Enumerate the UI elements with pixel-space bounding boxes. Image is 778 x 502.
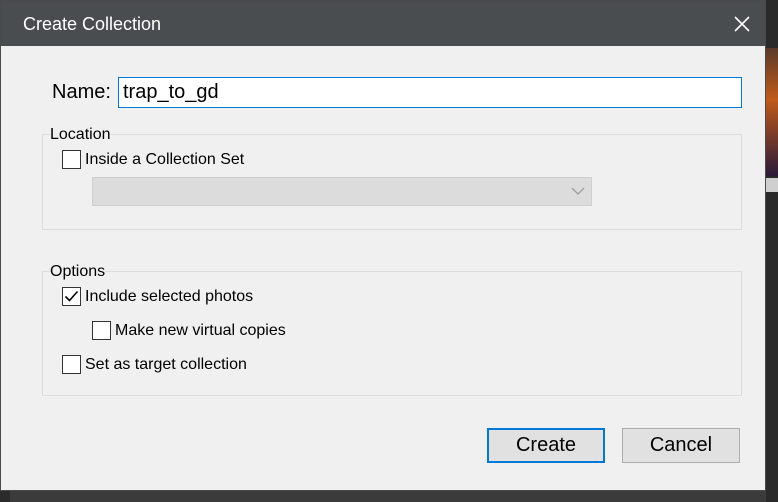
- create-collection-dialog: Create Collection Name: Location Inside …: [0, 0, 766, 491]
- background-thumbnail: [766, 48, 778, 176]
- name-input[interactable]: [118, 77, 742, 108]
- set-as-target-label: Set as target collection: [85, 355, 247, 373]
- make-virtual-copies-label: Make new virtual copies: [115, 321, 286, 339]
- close-button[interactable]: [719, 1, 765, 46]
- background-thumbnail: [766, 178, 778, 192]
- dialog-title: Create Collection: [23, 14, 162, 34]
- dialog-titlebar: Create Collection: [1, 1, 765, 46]
- chevron-down-icon: [571, 187, 585, 195]
- background-app-right-strip: [766, 0, 778, 502]
- include-selected-photos-option[interactable]: Include selected photos: [62, 287, 253, 306]
- include-selected-photos-checkbox[interactable]: [62, 287, 81, 306]
- inside-collection-set-checkbox[interactable]: [62, 150, 81, 169]
- set-as-target-option[interactable]: Set as target collection: [62, 355, 247, 374]
- inside-collection-set-option[interactable]: Inside a Collection Set: [62, 150, 244, 169]
- close-icon: [734, 15, 750, 32]
- include-selected-photos-label: Include selected photos: [85, 287, 254, 305]
- make-virtual-copies-option[interactable]: Make new virtual copies: [92, 321, 286, 340]
- cancel-button[interactable]: Cancel: [622, 428, 740, 463]
- collection-set-select[interactable]: [92, 177, 592, 206]
- create-button[interactable]: Create: [487, 428, 605, 463]
- inside-collection-set-label: Inside a Collection Set: [85, 150, 245, 168]
- set-as-target-checkbox[interactable]: [62, 355, 81, 374]
- checkmark-icon: [64, 290, 79, 302]
- options-group-label: Options: [50, 263, 106, 281]
- make-virtual-copies-checkbox[interactable]: [92, 321, 111, 340]
- name-label: Name:: [52, 81, 111, 103]
- location-group-label: Location: [50, 126, 111, 144]
